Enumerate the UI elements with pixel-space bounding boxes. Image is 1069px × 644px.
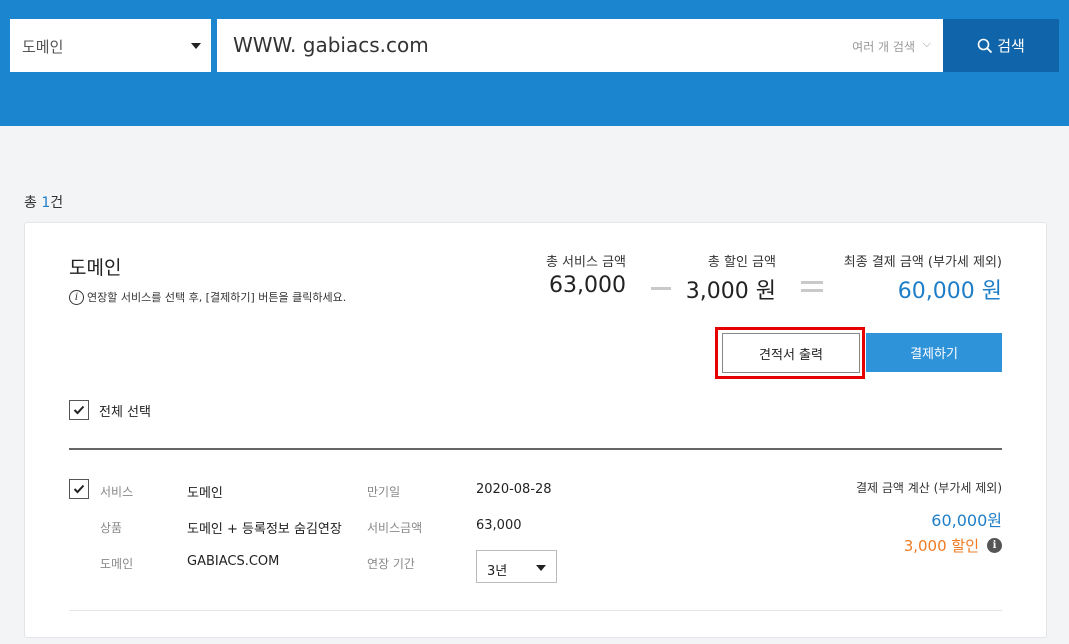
period-key: 연장 기간 xyxy=(367,557,415,571)
search-type-select[interactable]: 도메인 xyxy=(10,19,211,72)
search-button[interactable]: 검색 xyxy=(943,19,1059,72)
search-button-label: 검색 xyxy=(997,37,1025,55)
expiry-value: 2020-08-28 xyxy=(476,482,552,497)
calc-discount-text: 3,000 할인 xyxy=(903,537,979,555)
final-total-value: 60,000 원 xyxy=(897,279,1002,304)
row-divider xyxy=(69,610,1002,611)
service-total-label: 총 서비스 금액 xyxy=(545,255,626,270)
equals-sign xyxy=(801,281,823,292)
card-title: 도메인 xyxy=(69,257,122,279)
amount-value: 63,000 xyxy=(476,518,522,533)
header-bar: 도메인 여러 개 검색 ⌵ 검색 xyxy=(0,0,1069,126)
service-total-value: 63,000 xyxy=(549,273,626,298)
calc-discount: 3,000 할인 i xyxy=(904,535,1002,556)
search-type-label: 도메인 xyxy=(22,38,64,56)
result-count-suffix: 건 xyxy=(50,195,64,211)
result-count-prefix: 총 xyxy=(24,195,42,211)
minus-sign xyxy=(651,287,671,290)
select-all-checkbox[interactable] xyxy=(69,400,89,420)
discount-total-value: 3,000 원 xyxy=(685,279,776,304)
product-value: 도메인 + 등록정보 숨김연장 xyxy=(187,522,342,537)
multi-search-toggle[interactable]: 여러 개 검색 xyxy=(852,38,915,55)
product-key: 상품 xyxy=(100,521,123,535)
pay-button[interactable]: 결제하기 xyxy=(866,333,1002,372)
search-icon xyxy=(977,38,993,53)
expiry-key: 만기일 xyxy=(367,485,401,499)
period-select-value: 3년 xyxy=(487,564,508,579)
calc-price: 60,000원 xyxy=(931,511,1002,530)
divider xyxy=(69,448,1002,450)
select-all-label: 전체 선택 xyxy=(99,405,151,420)
search-input[interactable] xyxy=(233,29,793,61)
renewal-card: 도메인 i 연장할 서비스를 선택 후, [결제하기] 버튼을 클릭하세요. 총… xyxy=(24,222,1047,638)
item-checkbox[interactable] xyxy=(69,479,89,499)
final-total-label: 최종 결제 금액 (부가세 제외) xyxy=(843,255,1002,270)
period-select[interactable]: 3년 xyxy=(476,550,557,583)
chevron-down-icon[interactable]: ⌵ xyxy=(923,37,931,51)
result-count-number: 1 xyxy=(41,195,51,211)
info-text: 연장할 서비스를 선택 후, [결제하기] 버튼을 클릭하세요. xyxy=(87,291,347,304)
info-message: i 연장할 서비스를 선택 후, [결제하기] 버튼을 클릭하세요. xyxy=(69,289,346,305)
search-box: 여러 개 검색 ⌵ xyxy=(217,19,943,72)
check-icon xyxy=(73,484,85,494)
discount-info-icon[interactable]: i xyxy=(987,538,1002,553)
service-value: 도메인 xyxy=(187,486,223,501)
domain-key: 도메인 xyxy=(100,557,134,571)
result-count: 총 1건 xyxy=(24,192,63,212)
amount-key: 서비스금액 xyxy=(367,521,423,535)
check-icon xyxy=(73,405,85,415)
caret-down-icon xyxy=(536,565,546,571)
domain-value: GABIACS.COM xyxy=(187,554,280,569)
caret-down-icon xyxy=(191,43,201,49)
calc-title: 결제 금액 계산 (부가세 제외) xyxy=(855,481,1002,495)
highlight-box xyxy=(715,327,865,379)
discount-total-label: 총 할인 금액 xyxy=(707,255,776,270)
info-icon: i xyxy=(69,289,84,305)
service-key: 서비스 xyxy=(100,485,134,499)
